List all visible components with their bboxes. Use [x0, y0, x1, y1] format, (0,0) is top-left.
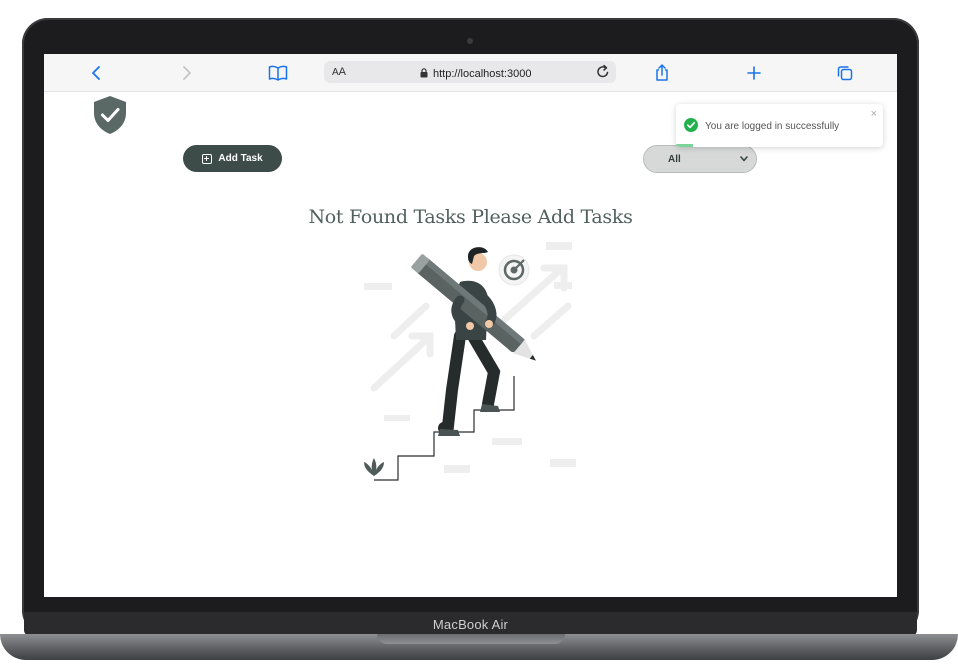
device-label: MacBook Air [432, 616, 509, 632]
screen: AA http://localhost:3000 Add Task All No… [44, 54, 897, 597]
reader-mode-button[interactable]: AA [332, 66, 346, 78]
toast-progress-bar [676, 144, 693, 147]
add-square-icon [202, 153, 213, 164]
chevron-left-icon[interactable] [86, 63, 106, 83]
browser-toolbar: AA http://localhost:3000 [44, 54, 897, 92]
check-circle-icon [684, 118, 698, 137]
book-icon[interactable] [268, 63, 288, 83]
task-filter-select[interactable]: All [643, 145, 757, 173]
address-bar[interactable]: AA http://localhost:3000 [324, 61, 616, 83]
shield-check-icon [92, 95, 128, 140]
add-task-button[interactable]: Add Task [183, 145, 282, 172]
chevron-right-icon[interactable] [177, 63, 197, 83]
laptop-chin: MacBook Air [24, 612, 917, 636]
reload-icon[interactable] [596, 64, 610, 84]
empty-state-illustration [364, 240, 584, 495]
chevron-down-icon [740, 154, 748, 164]
tabs-icon[interactable] [835, 63, 855, 83]
lock-icon [420, 65, 428, 83]
close-icon[interactable]: × [871, 108, 877, 120]
add-task-label: Add Task [218, 153, 263, 164]
url-text: http://localhost:3000 [433, 68, 532, 80]
filter-selected-value: All [668, 153, 681, 165]
toast-message: You are logged in successfully [705, 121, 840, 132]
plus-icon[interactable] [744, 63, 764, 83]
share-icon[interactable] [652, 63, 672, 83]
camera [467, 38, 473, 44]
laptop-base-notch [377, 634, 565, 644]
success-toast: You are logged in successfully × [676, 104, 883, 147]
empty-state-title: Not Found Tasks Please Add Tasks [308, 206, 633, 228]
